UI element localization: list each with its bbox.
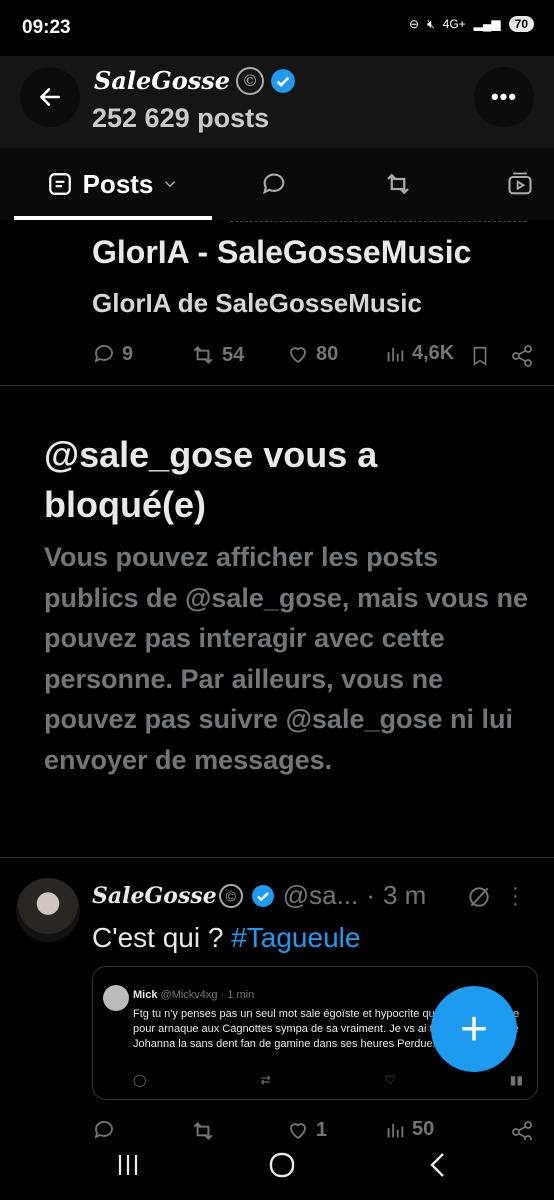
tweet1-like-count: 80 (316, 342, 339, 365)
tweet2-author-name: SaleGosse (92, 882, 217, 909)
tweet2-views-count: 50 (412, 1118, 435, 1140)
tab-posts-label: Posts (82, 168, 154, 199)
arrow-left-icon (40, 88, 60, 106)
quote-handle: @Mickv4xg (160, 989, 218, 1001)
blocked-notice-body: Vous pouvez afficher les posts publics d… (44, 542, 529, 775)
quote-views-icon: ▮▮ (509, 1073, 523, 1087)
divider (0, 857, 554, 858)
quote-header: Mick @Mickv4xg · 1 min (133, 989, 254, 1001)
reply-icon (94, 1121, 113, 1139)
tweet2-time: 3 m (382, 880, 427, 910)
share-icon (512, 345, 532, 367)
tweet1-reply-count: 9 (122, 342, 134, 365)
quote-retweet-icon: ⇄ (260, 1073, 271, 1087)
blocked-notice-title: @sale_gose vous a bloqué(e) (44, 434, 378, 525)
tweet1-bookmark-button[interactable] (469, 344, 491, 373)
profile-name-text: SaleGosse (94, 66, 231, 95)
tab-posts[interactable]: Posts (14, 148, 212, 220)
tweet2-reply-button[interactable] (92, 1118, 116, 1142)
tweet1-like-button[interactable]: 80 (286, 342, 338, 366)
tweet2-text: C'est qui ? #Tagueule (92, 922, 360, 954)
network-label: 4G+ (442, 17, 466, 31)
retweet-icon (193, 346, 213, 364)
compose-button[interactable]: + (431, 986, 517, 1072)
copyright-icon: © (218, 883, 243, 908)
home-button[interactable] (262, 1148, 302, 1182)
quote-avatar (103, 985, 129, 1011)
hashtag-link[interactable]: #Tagueule (231, 922, 360, 953)
heart-icon (290, 1123, 306, 1140)
divider (0, 385, 554, 386)
quote-time: · 1 min (220, 989, 255, 1001)
tweet2-like-button[interactable]: 1 (286, 1118, 327, 1142)
more-icon: ••• (490, 84, 518, 109)
bookmark-icon (473, 346, 487, 366)
recents-button[interactable] (108, 1148, 148, 1182)
status-icons: ⊖ 🔇︎ 4G+ ▂▄▆ 70 (409, 16, 534, 32)
mute-icon: 🔇︎ (427, 16, 435, 31)
tweet1-retweet-button[interactable]: 54 (190, 342, 244, 368)
chevron-down-icon (165, 181, 176, 188)
system-back-button[interactable] (418, 1148, 458, 1182)
verified-badge-icon (251, 884, 274, 907)
tab-videos[interactable] (490, 148, 550, 220)
tweet2-author-line[interactable]: SaleGosse © @sa... · 3 m (92, 880, 426, 911)
tweet2-views-button[interactable]: 50 (384, 1118, 434, 1141)
dnd-icon: ⊖ (409, 17, 420, 31)
home-icon (269, 1152, 295, 1178)
video-tab-icon (508, 172, 532, 195)
truncated-media-edge (230, 221, 526, 226)
tweet2-handle: @sa... (282, 880, 359, 910)
tweet1-views-button[interactable]: 4,6K (384, 342, 454, 365)
repost-tab-icon (387, 173, 409, 195)
heart-icon (290, 347, 306, 364)
tweet2-more-button[interactable]: · · · (512, 878, 519, 914)
grok-button[interactable] (466, 884, 492, 915)
tweet2-separator: · (366, 880, 375, 910)
back-button[interactable] (20, 67, 80, 127)
tweet1-retweet-count: 54 (222, 343, 245, 366)
quote-reply-icon: ◯ (133, 1073, 147, 1087)
quote-like-icon: ♡ (384, 1073, 396, 1087)
tweet2-text-body: C'est qui ? (92, 922, 232, 953)
quote-actions: ◯ ⇄ ♡ ▮▮ (133, 1073, 523, 1087)
grok-icon (469, 887, 489, 907)
status-time: 09:23 (22, 17, 71, 38)
tab-reposts[interactable] (358, 148, 438, 220)
tweet1-share-button[interactable] (510, 344, 534, 373)
copyright-icon: © (236, 66, 265, 95)
tweet1-title: GlorIA - SaleGosseMusic (92, 234, 472, 270)
tweet2-like-count: 1 (316, 1118, 328, 1141)
active-tab-indicator (14, 216, 212, 220)
battery-badge: 70 (508, 16, 534, 32)
verified-badge-icon (271, 68, 295, 93)
recents-icon (118, 1155, 138, 1175)
views-icon (387, 1123, 404, 1137)
profile-name: SaleGosse © (94, 66, 296, 95)
reply-tab-icon (263, 173, 285, 195)
tab-replies[interactable] (236, 148, 312, 220)
quote-author: Mick (133, 989, 158, 1001)
tweet1-subtitle: GlorIA de SaleGosseMusic (92, 288, 422, 318)
more-options-button[interactable]: ••• (474, 67, 534, 127)
avatar[interactable] (16, 878, 80, 942)
views-icon (387, 347, 404, 361)
plus-icon: + (459, 1002, 489, 1056)
posts-tab-icon (48, 173, 71, 195)
signal-icon: ▂▄▆ (473, 17, 501, 31)
chevron-left-icon (430, 1153, 444, 1177)
vertical-dots-icon: · · · (512, 877, 519, 915)
post-count: 252 629 posts (92, 103, 270, 133)
tweet1-reply-button[interactable]: 9 (92, 342, 133, 366)
tweet1-views-count: 4,6K (412, 342, 455, 364)
reply-icon (94, 345, 113, 363)
